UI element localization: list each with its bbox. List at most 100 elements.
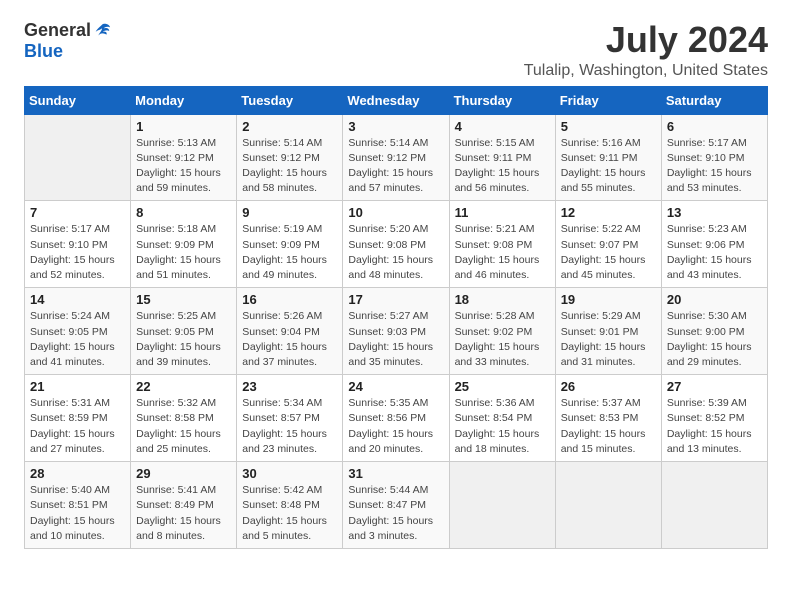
calendar-cell: 15 Sunrise: 5:25 AMSunset: 9:05 PMDayligh… <box>131 288 237 375</box>
day-detail: Sunrise: 5:20 AMSunset: 9:08 PMDaylight:… <box>348 222 443 283</box>
day-detail: Sunrise: 5:16 AMSunset: 9:11 PMDaylight:… <box>561 136 656 197</box>
calendar-cell: 25 Sunrise: 5:36 AMSunset: 8:54 PMDayligh… <box>449 375 555 462</box>
day-detail: Sunrise: 5:18 AMSunset: 9:09 PMDaylight:… <box>136 222 231 283</box>
calendar-cell: 16 Sunrise: 5:26 AMSunset: 9:04 PMDayligh… <box>237 288 343 375</box>
calendar-week-2: 7Sunrise: 5:17 AMSunset: 9:10 PMDaylight… <box>25 201 768 288</box>
calendar-cell: 26 Sunrise: 5:37 AMSunset: 8:53 PMDayligh… <box>555 375 661 462</box>
day-number: 22 <box>136 379 231 394</box>
day-number: 2 <box>242 119 337 134</box>
day-detail: Sunrise: 5:35 AMSunset: 8:56 PMDaylight:… <box>348 396 443 457</box>
day-number: 17 <box>348 292 443 307</box>
day-detail: Sunrise: 5:40 AMSunset: 8:51 PMDaylight:… <box>30 483 125 544</box>
day-number: 19 <box>561 292 656 307</box>
calendar-cell: 6 Sunrise: 5:17 AMSunset: 9:10 PMDaylight… <box>661 114 767 201</box>
calendar-table: SundayMondayTuesdayWednesdayThursdayFrid… <box>24 86 768 549</box>
calendar-cell: 29 Sunrise: 5:41 AMSunset: 8:49 PMDayligh… <box>131 462 237 549</box>
day-number: 1 <box>136 119 231 134</box>
day-detail: Sunrise: 5:41 AMSunset: 8:49 PMDaylight:… <box>136 483 231 544</box>
day-number: 14 <box>30 292 125 307</box>
calendar-cell: 9 Sunrise: 5:19 AMSunset: 9:09 PMDaylight… <box>237 201 343 288</box>
day-detail: Sunrise: 5:15 AMSunset: 9:11 PMDaylight:… <box>455 136 550 197</box>
calendar-cell: 20Sunrise: 5:30 AMSunset: 9:00 PMDayligh… <box>661 288 767 375</box>
day-detail: Sunrise: 5:36 AMSunset: 8:54 PMDaylight:… <box>455 396 550 457</box>
day-number: 18 <box>455 292 550 307</box>
calendar-cell: 21Sunrise: 5:31 AMSunset: 8:59 PMDayligh… <box>25 375 131 462</box>
day-number: 15 <box>136 292 231 307</box>
header-area: General Blue July 2024 Tulalip, Washingt… <box>24 20 768 80</box>
day-number: 26 <box>561 379 656 394</box>
day-detail: Sunrise: 5:34 AMSunset: 8:57 PMDaylight:… <box>242 396 337 457</box>
calendar-cell: 5 Sunrise: 5:16 AMSunset: 9:11 PMDaylight… <box>555 114 661 201</box>
day-detail: Sunrise: 5:39 AMSunset: 8:52 PMDaylight:… <box>667 396 762 457</box>
calendar-cell <box>449 462 555 549</box>
day-number: 25 <box>455 379 550 394</box>
day-detail: Sunrise: 5:44 AMSunset: 8:47 PMDaylight:… <box>348 483 443 544</box>
day-number: 7 <box>30 205 125 220</box>
day-detail: Sunrise: 5:24 AMSunset: 9:05 PMDaylight:… <box>30 309 125 370</box>
day-number: 20 <box>667 292 762 307</box>
day-number: 6 <box>667 119 762 134</box>
calendar-cell: 2 Sunrise: 5:14 AMSunset: 9:12 PMDaylight… <box>237 114 343 201</box>
calendar-cell <box>661 462 767 549</box>
logo-bird-icon <box>93 22 111 40</box>
weekday-header-sunday: Sunday <box>25 86 131 114</box>
weekday-header-wednesday: Wednesday <box>343 86 449 114</box>
weekday-header-monday: Monday <box>131 86 237 114</box>
day-number: 29 <box>136 466 231 481</box>
calendar-cell: 31 Sunrise: 5:44 AMSunset: 8:47 PMDayligh… <box>343 462 449 549</box>
month-title: July 2024 <box>524 20 768 60</box>
day-number: 5 <box>561 119 656 134</box>
weekday-header-tuesday: Tuesday <box>237 86 343 114</box>
calendar-week-1: 1Sunrise: 5:13 AMSunset: 9:12 PMDaylight… <box>25 114 768 201</box>
calendar-cell: 1Sunrise: 5:13 AMSunset: 9:12 PMDaylight… <box>131 114 237 201</box>
calendar-cell: 14 Sunrise: 5:24 AMSunset: 9:05 PMDayligh… <box>25 288 131 375</box>
day-detail: Sunrise: 5:26 AMSunset: 9:04 PMDaylight:… <box>242 309 337 370</box>
calendar-cell: 13 Sunrise: 5:23 AMSunset: 9:06 PMDayligh… <box>661 201 767 288</box>
day-number: 24 <box>348 379 443 394</box>
logo-blue-text: Blue <box>24 41 63 62</box>
calendar-cell: 18Sunrise: 5:28 AMSunset: 9:02 PMDayligh… <box>449 288 555 375</box>
day-number: 16 <box>242 292 337 307</box>
calendar-cell: 12Sunrise: 5:22 AMSunset: 9:07 PMDayligh… <box>555 201 661 288</box>
logo-general-text: General <box>24 20 91 41</box>
calendar-week-5: 28 Sunrise: 5:40 AMSunset: 8:51 PMDayligh… <box>25 462 768 549</box>
day-detail: Sunrise: 5:19 AMSunset: 9:09 PMDaylight:… <box>242 222 337 283</box>
calendar-cell: 10 Sunrise: 5:20 AMSunset: 9:08 PMDayligh… <box>343 201 449 288</box>
calendar-cell <box>25 114 131 201</box>
day-number: 23 <box>242 379 337 394</box>
day-number: 31 <box>348 466 443 481</box>
day-detail: Sunrise: 5:22 AMSunset: 9:07 PMDaylight:… <box>561 222 656 283</box>
day-detail: Sunrise: 5:21 AMSunset: 9:08 PMDaylight:… <box>455 222 550 283</box>
day-detail: Sunrise: 5:32 AMSunset: 8:58 PMDaylight:… <box>136 396 231 457</box>
day-detail: Sunrise: 5:25 AMSunset: 9:05 PMDaylight:… <box>136 309 231 370</box>
calendar-cell: 8Sunrise: 5:18 AMSunset: 9:09 PMDaylight… <box>131 201 237 288</box>
day-number: 9 <box>242 205 337 220</box>
logo: General Blue <box>24 20 111 62</box>
calendar-week-3: 14 Sunrise: 5:24 AMSunset: 9:05 PMDayligh… <box>25 288 768 375</box>
day-number: 10 <box>348 205 443 220</box>
calendar-cell: 4Sunrise: 5:15 AMSunset: 9:11 PMDaylight… <box>449 114 555 201</box>
calendar-cell: 24 Sunrise: 5:35 AMSunset: 8:56 PMDayligh… <box>343 375 449 462</box>
day-number: 27 <box>667 379 762 394</box>
calendar-cell: 7Sunrise: 5:17 AMSunset: 9:10 PMDaylight… <box>25 201 131 288</box>
calendar-cell <box>555 462 661 549</box>
weekday-header-friday: Friday <box>555 86 661 114</box>
day-detail: Sunrise: 5:17 AMSunset: 9:10 PMDaylight:… <box>667 136 762 197</box>
calendar-cell: 23 Sunrise: 5:34 AMSunset: 8:57 PMDayligh… <box>237 375 343 462</box>
calendar-week-4: 21Sunrise: 5:31 AMSunset: 8:59 PMDayligh… <box>25 375 768 462</box>
calendar-cell: 22 Sunrise: 5:32 AMSunset: 8:58 PMDayligh… <box>131 375 237 462</box>
calendar-cell: 3Sunrise: 5:14 AMSunset: 9:12 PMDaylight… <box>343 114 449 201</box>
day-detail: Sunrise: 5:14 AMSunset: 9:12 PMDaylight:… <box>242 136 337 197</box>
day-number: 28 <box>30 466 125 481</box>
day-detail: Sunrise: 5:23 AMSunset: 9:06 PMDaylight:… <box>667 222 762 283</box>
calendar-cell: 11 Sunrise: 5:21 AMSunset: 9:08 PMDayligh… <box>449 201 555 288</box>
calendar-cell: 28 Sunrise: 5:40 AMSunset: 8:51 PMDayligh… <box>25 462 131 549</box>
day-detail: Sunrise: 5:42 AMSunset: 8:48 PMDaylight:… <box>242 483 337 544</box>
day-number: 3 <box>348 119 443 134</box>
location-title: Tulalip, Washington, United States <box>524 62 768 80</box>
day-number: 11 <box>455 205 550 220</box>
day-detail: Sunrise: 5:37 AMSunset: 8:53 PMDaylight:… <box>561 396 656 457</box>
weekday-header-saturday: Saturday <box>661 86 767 114</box>
day-detail: Sunrise: 5:31 AMSunset: 8:59 PMDaylight:… <box>30 396 125 457</box>
day-number: 13 <box>667 205 762 220</box>
